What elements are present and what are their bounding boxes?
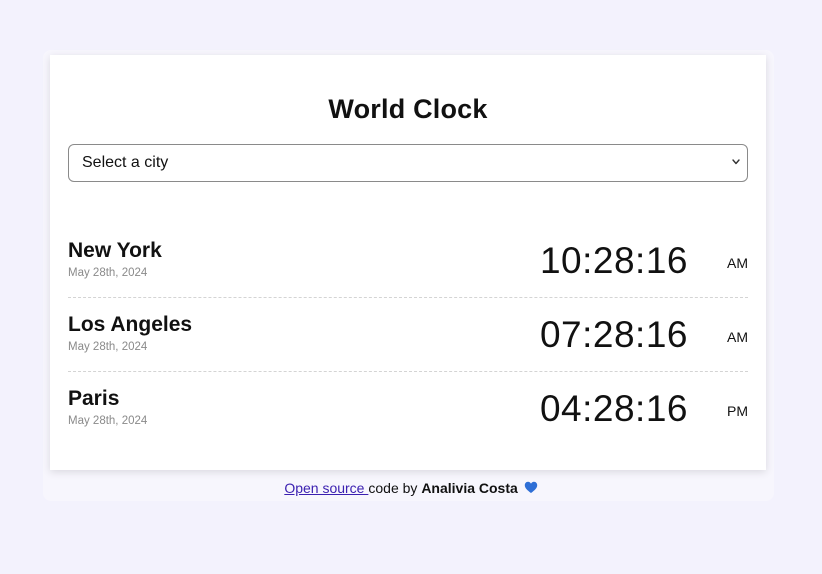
chevron-down-icon	[732, 159, 740, 165]
city-select[interactable]: Select a city	[68, 144, 748, 182]
city-date: May 28th, 2024	[68, 415, 148, 427]
clock-row: Los Angeles May 28th, 2024 07:28:16 AM	[68, 298, 748, 372]
clock-row: New York May 28th, 2024 10:28:16 AM	[68, 224, 748, 298]
page-title: World Clock	[328, 94, 488, 124]
footer-middle-text: code by	[368, 480, 422, 496]
city-name: Paris	[68, 387, 120, 410]
open-source-link[interactable]: Open source	[284, 480, 368, 496]
city-time: 07:28:16	[539, 314, 688, 355]
city-date: May 28th, 2024	[68, 341, 148, 353]
city-time: 10:28:16	[539, 240, 688, 281]
city-date: May 28th, 2024	[68, 267, 148, 279]
city-ampm: AM	[727, 255, 748, 271]
city-name: Los Angeles	[68, 313, 193, 336]
city-select-value: Select a city	[82, 154, 169, 171]
world-clock-card: World Clock Select a city New York May 2…	[50, 55, 766, 470]
city-time: 04:28:16	[539, 388, 688, 429]
city-ampm: AM	[727, 329, 748, 345]
author-name: Analivia Costa	[421, 480, 518, 496]
blue-heart-icon	[524, 481, 537, 493]
footer-credit: Open source code by Analivia Costa	[0, 480, 822, 496]
clock-row: Paris May 28th, 2024 04:28:16 PM	[68, 372, 748, 446]
city-name: New York	[68, 239, 162, 262]
clock-list: New York May 28th, 2024 10:28:16 AM Los …	[68, 224, 748, 446]
city-ampm: PM	[727, 403, 748, 419]
